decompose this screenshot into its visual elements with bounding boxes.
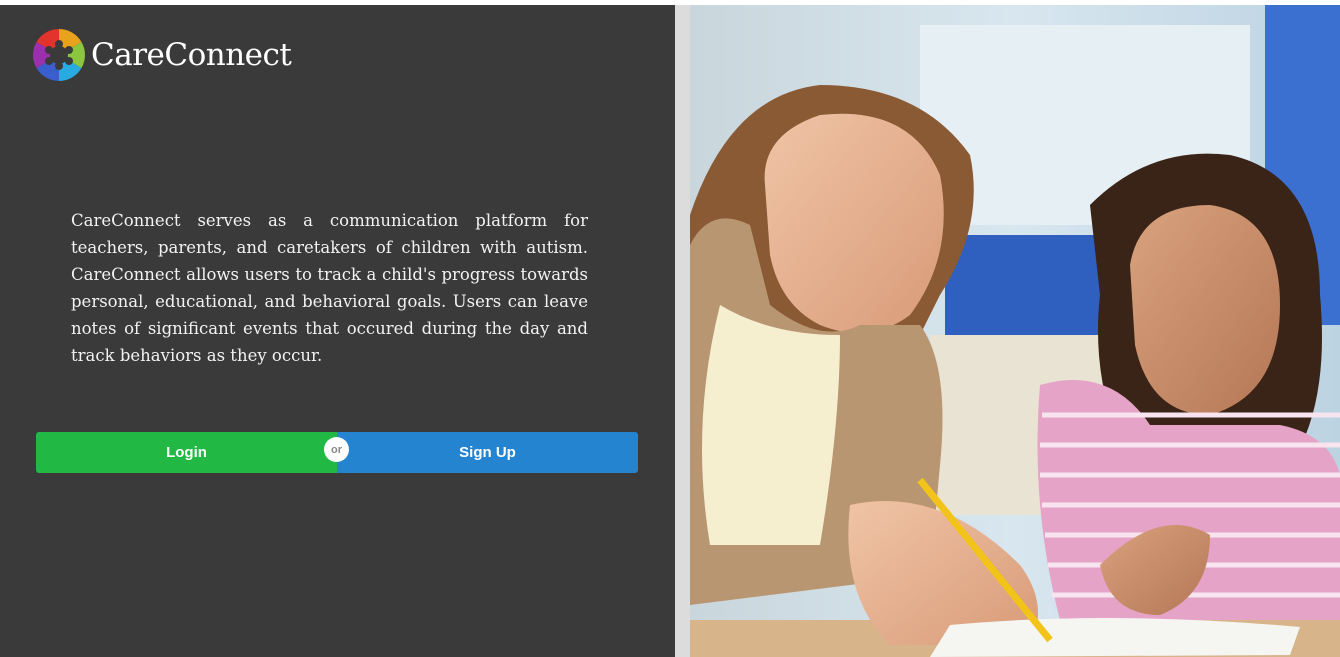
login-button[interactable]: Login [36,432,337,473]
or-separator: or [324,437,349,462]
signup-button[interactable]: Sign Up [337,432,638,473]
puzzle-circle-logo-icon [31,27,87,83]
auth-actions: Login Sign Up or [36,432,638,473]
hero-image [690,5,1340,657]
intro-panel: CareConnect CareConnect serves as a comm… [0,5,675,657]
intro-description: CareConnect serves as a communication pl… [71,211,588,365]
panel-divider [675,5,690,657]
brand-logo[interactable]: CareConnect [31,25,292,85]
brand-name: CareConnect [91,36,292,73]
